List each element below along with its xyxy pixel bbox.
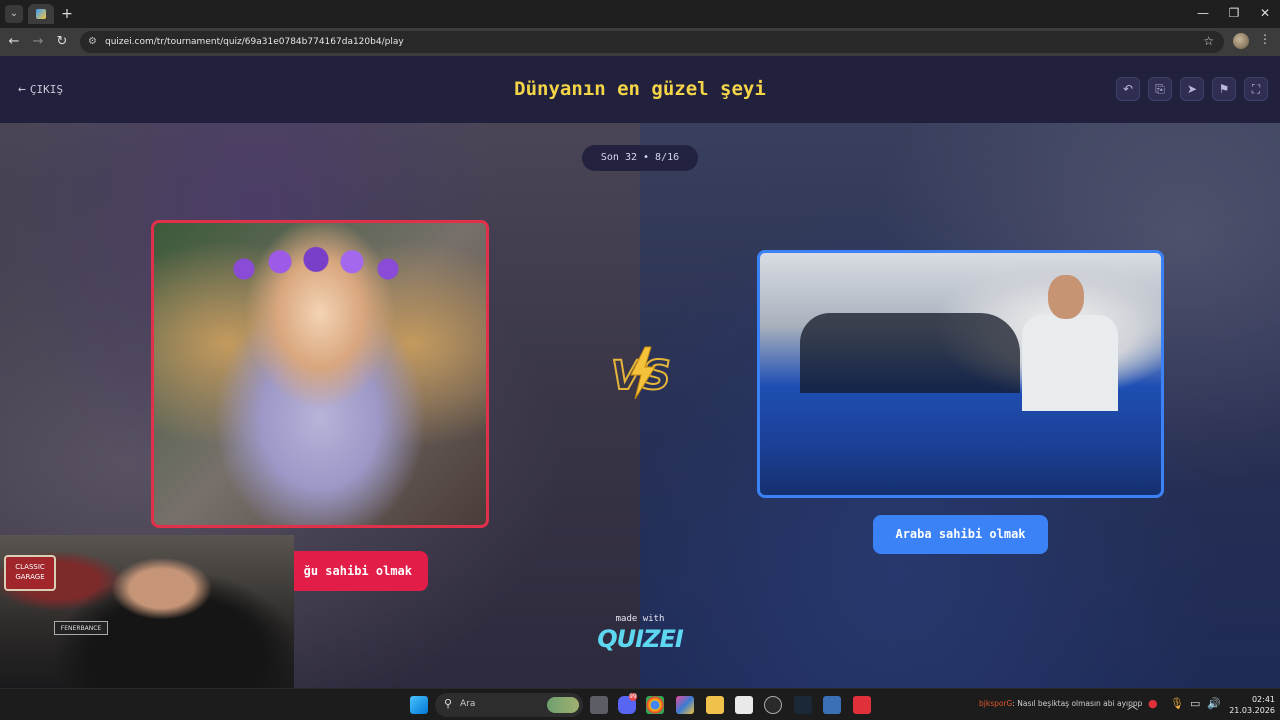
fenerbance-sign: FENERBANCE: [54, 621, 108, 635]
close-window-button[interactable]: ✕: [1257, 6, 1273, 20]
active-tab[interactable]: [28, 4, 54, 24]
reload-icon[interactable]: ↻: [54, 34, 70, 50]
right-option-button[interactable]: Araba sahibi olmak: [873, 515, 1048, 554]
flower-crown-shape: [226, 245, 406, 293]
flag-icon[interactable]: ⚑: [1212, 77, 1236, 101]
copilot-icon[interactable]: [676, 696, 694, 714]
bookmark-star-icon[interactable]: ☆: [1203, 34, 1214, 48]
app-header: ← ÇIKIŞ Dünyanın en güzel şeyi ↶ ⎘ ➤ ⚑ ⛶: [0, 56, 1280, 123]
clock-date: 21.03.2026: [1229, 706, 1275, 715]
favicon-icon: [36, 9, 46, 19]
taskbar-search-placeholder: Ara: [460, 699, 476, 709]
tray-chevron-icon[interactable]: ︿: [1127, 697, 1138, 713]
send-icon[interactable]: ➤: [1180, 77, 1204, 101]
obs-icon[interactable]: [764, 696, 782, 714]
man-shirt-shape: [1022, 315, 1118, 411]
browser-menu-icon[interactable]: ⋮: [1259, 32, 1271, 46]
undo-icon[interactable]: ↶: [1116, 77, 1140, 101]
back-arrow-icon[interactable]: ←: [6, 34, 22, 50]
volume-icon[interactable]: 🔊: [1207, 697, 1221, 710]
round-indicator: Son 32 • 8/16: [582, 145, 698, 171]
url-text[interactable]: quizei.com/tr/tournament/quiz/69a31e0784…: [105, 35, 404, 49]
site-info-icon[interactable]: ⚙: [88, 36, 100, 48]
browser-tabstrip: ⌄ + — ❐ ✕: [0, 0, 1280, 28]
right-option-image[interactable]: [757, 250, 1164, 498]
microphone-icon[interactable]: 🎙: [1170, 697, 1184, 710]
man-head-shape: [1048, 275, 1084, 319]
chrome-icon[interactable]: [646, 696, 664, 714]
quiz-title: Dünyanın en güzel şeyi: [514, 78, 766, 100]
classic-garage-sign: CLASSIC GARAGE: [4, 555, 56, 591]
taskbar-search[interactable]: ⚲ Ara: [435, 693, 583, 717]
chat-ticker: bjksporG: Nasıl beşiktaş olmasın abi ayı…: [979, 699, 1142, 708]
fullscreen-icon[interactable]: ⛶: [1244, 77, 1268, 101]
display-icon[interactable]: ▭: [1190, 697, 1200, 710]
game-app-icon[interactable]: [853, 696, 871, 714]
webcam-overlay: CLASSIC GARAGE FENERBANCE: [0, 535, 294, 688]
windows-taskbar: ⚲ Ara 99 bjksporG: Nasıl beşiktaş olması…: [0, 688, 1280, 720]
quizei-logo[interactable]: QUIZEI: [590, 625, 690, 653]
steam-icon[interactable]: [794, 696, 812, 714]
clock-time: 02:41: [1251, 695, 1275, 704]
tray-app-icon[interactable]: ●: [1148, 697, 1158, 710]
share-link-icon[interactable]: ⎘: [1148, 77, 1172, 101]
discord-notification-badge: 99: [629, 693, 637, 701]
file-explorer-icon[interactable]: [706, 696, 724, 714]
left-option-button[interactable]: ğu sahibi olmak: [278, 551, 428, 591]
new-tab-button[interactable]: +: [60, 5, 74, 23]
minimize-button[interactable]: —: [1195, 6, 1211, 20]
vs-icon: VS: [609, 345, 673, 401]
tab-search-chevron-icon[interactable]: ⌄: [5, 5, 23, 23]
profile-avatar[interactable]: [1233, 33, 1249, 49]
network-app-icon[interactable]: [823, 696, 841, 714]
system-clock[interactable]: 02:41 21.03.2026: [1225, 694, 1275, 716]
forward-arrow-icon[interactable]: →: [30, 34, 46, 50]
made-with-label: made with: [615, 614, 665, 624]
task-view-icon[interactable]: [590, 696, 608, 714]
browser-toolbar: ← → ↻ ⚙ quizei.com/tr/tournament/quiz/69…: [0, 28, 1280, 56]
start-windows-icon[interactable]: [410, 696, 428, 714]
search-icon: ⚲: [444, 697, 453, 710]
search-highlight-icon: [547, 697, 579, 713]
header-actions: ↶ ⎘ ➤ ⚑ ⛶: [1116, 77, 1268, 101]
car-window-shape: [800, 313, 1020, 393]
left-option-image[interactable]: [151, 220, 489, 528]
ticker-message: : Nasıl beşiktaş olmasın abi ayıppp: [1012, 699, 1143, 708]
store-icon[interactable]: [735, 696, 753, 714]
address-bar[interactable]: ⚙ quizei.com/tr/tournament/quiz/69a31e07…: [80, 31, 1224, 53]
ticker-username: bjksporG: [979, 699, 1013, 708]
maximize-button[interactable]: ❐: [1226, 6, 1242, 20]
